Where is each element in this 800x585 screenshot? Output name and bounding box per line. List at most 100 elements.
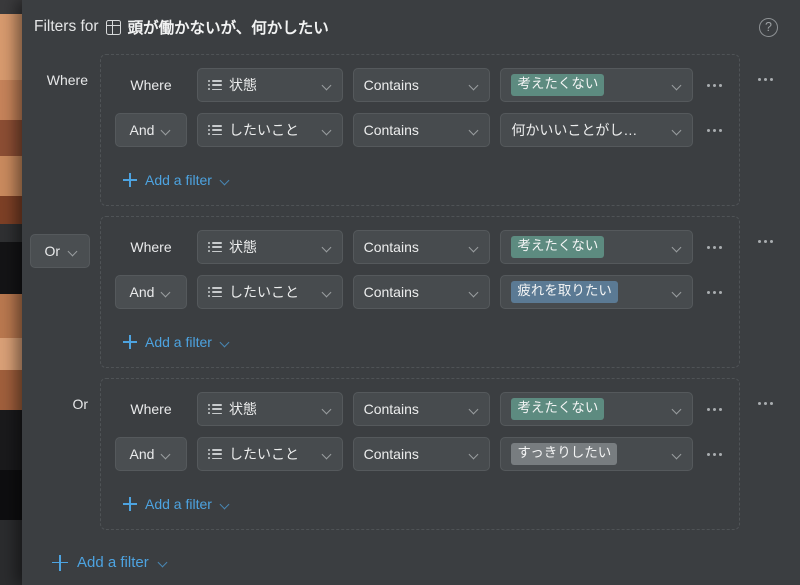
field-select-label: したいこと — [229, 122, 299, 138]
row-conjunction-label: Where — [130, 77, 172, 93]
filter-source: 頭が働かないが、何かしたい — [105, 16, 329, 38]
group-more-options[interactable] — [754, 230, 776, 252]
value-select[interactable]: すっきりしたい — [500, 437, 693, 471]
row-more-options[interactable] — [703, 236, 725, 258]
group-connector-label: Or — [72, 396, 88, 412]
row-conjunction-select[interactable]: And — [115, 113, 187, 147]
operator-select[interactable]: Contains — [352, 68, 491, 102]
filter-group-box: Where 状態 Contains 考えたくない And したいこと Contains 疲れを… — [100, 216, 740, 368]
operator-select[interactable]: Contains — [352, 230, 491, 264]
operator-select[interactable]: Contains — [352, 437, 491, 471]
row-conjunction-select[interactable]: And — [115, 275, 187, 309]
field-select[interactable]: したいこと — [197, 113, 343, 147]
chevron-down-icon — [220, 501, 231, 508]
chevron-down-icon — [161, 127, 172, 134]
chevron-down-icon — [322, 289, 333, 296]
row-conjunction-label: And — [129, 122, 155, 138]
group-more-options-wrap — [754, 378, 776, 414]
row-more-options[interactable] — [703, 281, 725, 303]
value-select[interactable]: 考えたくない — [500, 68, 693, 102]
chevron-down-icon — [672, 451, 683, 458]
row-more-options[interactable] — [703, 398, 725, 420]
operator-select-label: Contains — [363, 401, 419, 417]
row-conjunction-label: Where — [130, 239, 172, 255]
chevron-down-icon — [220, 339, 231, 346]
row-more-options[interactable] — [703, 119, 725, 141]
value-select[interactable]: 考えたくない — [500, 392, 693, 426]
value-tag: 考えたくない — [511, 74, 605, 96]
value-select[interactable]: 考えたくない — [500, 230, 693, 264]
value-tag: 疲れを取りたい — [511, 281, 618, 303]
operator-select-label: Contains — [363, 239, 419, 255]
operator-select[interactable]: Contains — [352, 113, 491, 147]
filter-row: Where 状態 Contains 考えたくない — [115, 392, 725, 426]
operator-select-label: Contains — [363, 122, 419, 138]
field-select[interactable]: 状態 — [197, 230, 343, 264]
add-filter-button[interactable]: Add a filter — [115, 496, 231, 512]
row-conjunction-select[interactable]: And — [115, 437, 187, 471]
field-select[interactable]: したいこと — [197, 275, 343, 309]
chevron-down-icon — [158, 559, 169, 566]
filters-panel: Filters for 頭が働かないが、何かしたい ? Where Where 状態… — [22, 0, 800, 585]
group-connector-label: Where — [46, 72, 88, 88]
add-filter-button[interactable]: Add a filter — [115, 334, 231, 350]
field-select-label: 状態 — [229, 239, 257, 255]
chevron-down-icon — [469, 289, 480, 296]
add-filter-label: Add a filter — [145, 496, 212, 512]
chevron-down-icon — [469, 127, 480, 134]
row-more-options[interactable] — [703, 443, 725, 465]
plus-icon — [123, 497, 137, 511]
chevron-down-icon — [672, 127, 683, 134]
select-list-icon — [208, 241, 222, 253]
select-list-icon — [208, 79, 222, 91]
filter-row: And したいこと Contains すっきりしたい — [115, 437, 725, 471]
value-select[interactable]: 疲れを取りたい — [500, 275, 693, 309]
value-select-label: 考えたくない — [511, 236, 665, 258]
operator-select-label: Contains — [363, 446, 419, 462]
value-select-label: 考えたくない — [511, 398, 665, 420]
chevron-down-icon — [322, 82, 333, 89]
field-select[interactable]: したいこと — [197, 437, 343, 471]
row-conjunction-label: And — [129, 446, 155, 462]
group-connector: Or — [22, 216, 100, 268]
chevron-down-icon — [161, 451, 172, 458]
row-conjunction-label: And — [129, 284, 155, 300]
help-icon[interactable]: ? — [759, 18, 778, 37]
value-select[interactable]: 何かいいことがし… — [500, 113, 693, 147]
select-list-icon — [208, 124, 222, 136]
chevron-down-icon — [322, 244, 333, 251]
operator-select[interactable]: Contains — [352, 275, 491, 309]
filter-row: Where 状態 Contains 考えたくない — [115, 68, 725, 102]
value-tag: すっきりしたい — [511, 443, 618, 465]
chevron-down-icon — [672, 406, 683, 413]
group-more-options[interactable] — [754, 392, 776, 414]
field-select-label: したいこと — [229, 284, 299, 300]
filter-group: Or Where 状態 Contains 考えたくない And したいこと Contains 疲… — [22, 216, 800, 368]
group-more-options[interactable] — [754, 68, 776, 90]
filter-row: And したいこと Contains 疲れを取りたい — [115, 275, 725, 309]
chevron-down-icon — [469, 451, 480, 458]
filters-for-label: Filters for — [34, 18, 99, 35]
chevron-down-icon — [220, 177, 231, 184]
value-select-label: 疲れを取りたい — [511, 281, 665, 303]
operator-select[interactable]: Contains — [352, 392, 491, 426]
operator-select-label: Contains — [363, 284, 419, 300]
filter-group: Or Where 状態 Contains 考えたくない And したいこと Contains す… — [22, 378, 800, 530]
chevron-down-icon — [322, 451, 333, 458]
group-connector-select[interactable]: Or — [30, 234, 90, 268]
field-select[interactable]: 状態 — [197, 392, 343, 426]
footer-add-filter: Add a filter — [22, 540, 800, 576]
add-filter-label: Add a filter — [145, 334, 212, 350]
chevron-down-icon — [672, 289, 683, 296]
filters-body: Where Where 状態 Contains 考えたくない And したいこと Contai… — [22, 54, 800, 576]
chevron-down-icon — [469, 82, 480, 89]
field-select[interactable]: 状態 — [197, 68, 343, 102]
group-more-options-wrap — [754, 216, 776, 252]
add-filter-button[interactable]: Add a filter — [44, 554, 169, 571]
filter-source-name: 頭が働かないが、何かしたい — [127, 20, 329, 37]
filter-group: Where Where 状態 Contains 考えたくない And したいこと Contai… — [22, 54, 800, 206]
add-filter-button[interactable]: Add a filter — [115, 172, 231, 188]
group-connector: Where — [22, 54, 100, 88]
filter-row: And したいこと Contains 何かいいことがし… — [115, 113, 725, 147]
row-more-options[interactable] — [703, 74, 725, 96]
